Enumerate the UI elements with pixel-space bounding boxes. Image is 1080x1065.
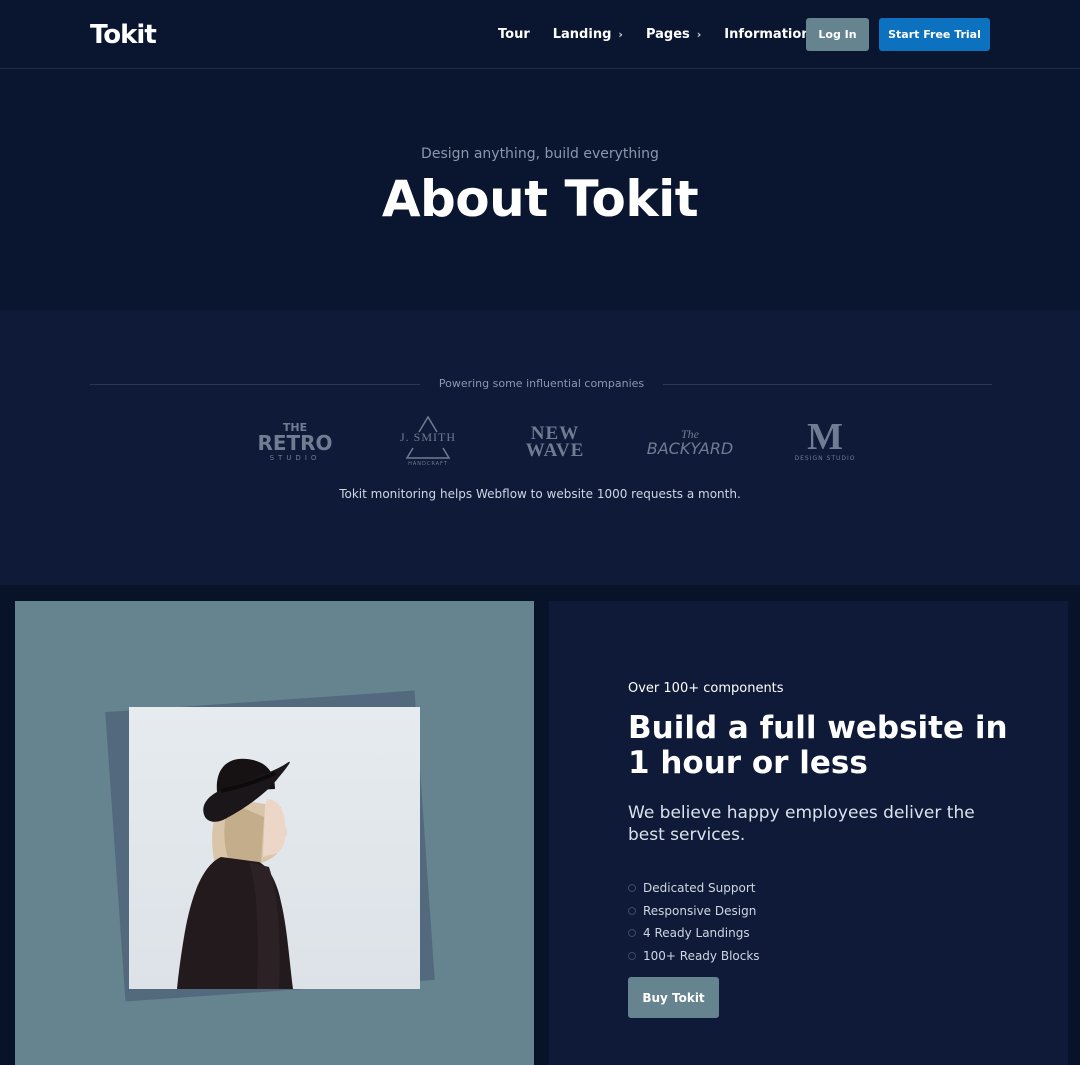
j-smith-logo: J. SMITH HANDCRAFT xyxy=(393,414,463,470)
logo-text: M xyxy=(807,416,843,458)
logo-text: BACKYARD xyxy=(646,438,734,458)
nav-link-tour[interactable]: Tour xyxy=(498,27,530,42)
chevron-right-icon: › xyxy=(696,28,702,41)
feature-eyebrow: Over 100+ components xyxy=(628,681,784,696)
woman-in-hat-illustration xyxy=(177,758,293,989)
list-item: 4 Ready Landings xyxy=(628,922,760,945)
woman-in-hat-photo xyxy=(129,707,420,989)
logo-text: RETRO xyxy=(257,430,333,455)
top-navbar: Tokit Tour Landing › Pages › Information… xyxy=(0,0,1080,69)
image-panel xyxy=(15,601,534,1065)
tokit-logo[interactable]: Tokit xyxy=(90,20,157,50)
hero-subtitle: Design anything, build everything xyxy=(421,146,659,162)
chevron-right-icon: › xyxy=(618,28,623,41)
m-design-studio-logo: M DESIGN STUDIO xyxy=(790,414,860,470)
buy-tokit-button[interactable]: Buy Tokit xyxy=(628,977,719,1018)
feature-title: Build a full website in 1 hour or less xyxy=(628,710,1008,781)
circle-bullet-icon xyxy=(628,951,636,960)
list-item-label: 4 Ready Landings xyxy=(643,926,750,941)
feature-description: We believe happy employees deliver the b… xyxy=(628,803,975,845)
feature-text-panel: Over 100+ components Build a full websit… xyxy=(549,601,1068,1065)
list-item: Responsive Design xyxy=(628,900,760,923)
list-item-label: Dedicated Support xyxy=(643,881,756,896)
logo-text: J. SMITH xyxy=(399,430,456,444)
clients-caption: Tokit monitoring helps Webflow to websit… xyxy=(339,487,741,501)
logo-text: WAVE xyxy=(525,440,585,461)
nav-link-label: Landing xyxy=(552,27,612,42)
logo-text: HANDCRAFT xyxy=(408,461,448,467)
circle-bullet-icon xyxy=(628,906,636,915)
list-item-label: Responsive Design xyxy=(643,903,757,918)
client-logos: THE RETRO STUDIO J. SMITH HANDCRAFT NEW … xyxy=(0,414,1080,470)
nav-link-label: Tour xyxy=(498,27,530,42)
page-title: About Tokit xyxy=(381,170,699,228)
hero-section: Design anything, build everything About … xyxy=(0,69,1080,310)
retro-studio-logo: THE RETRO STUDIO xyxy=(257,414,333,470)
clients-section: Powering some influential companies THE … xyxy=(0,310,1080,585)
feature-section: Over 100+ components Build a full websit… xyxy=(0,585,1080,1065)
nav-link-pages[interactable]: Pages › xyxy=(646,27,701,42)
circle-bullet-icon xyxy=(628,884,636,893)
start-free-trial-button[interactable]: Start Free Trial xyxy=(879,18,990,51)
logo-text: STUDIO xyxy=(269,453,321,462)
new-wave-logo: NEW WAVE xyxy=(522,414,588,470)
nav-link-label: Information xyxy=(724,27,811,42)
divider-line xyxy=(90,384,420,385)
list-item: Dedicated Support xyxy=(628,877,760,900)
circle-bullet-icon xyxy=(628,929,636,938)
clients-heading: Powering some influential companies xyxy=(438,377,645,390)
login-button[interactable]: Log In xyxy=(806,18,869,51)
nav-link-landing[interactable]: Landing › xyxy=(553,27,623,42)
list-item: 100+ Ready Blocks xyxy=(628,945,760,968)
logo-text: The xyxy=(681,426,699,441)
feature-list: Dedicated Support Responsive Design 4 Re… xyxy=(628,877,760,967)
divider-line xyxy=(663,384,992,385)
nav-link-label: Pages xyxy=(645,27,690,42)
logo-text: DESIGN STUDIO xyxy=(794,455,856,462)
the-backyard-logo: The BACKYARD xyxy=(646,414,734,470)
nav-links: Tour Landing › Pages › Information › xyxy=(498,0,845,69)
list-item-label: 100+ Ready Blocks xyxy=(643,948,760,963)
